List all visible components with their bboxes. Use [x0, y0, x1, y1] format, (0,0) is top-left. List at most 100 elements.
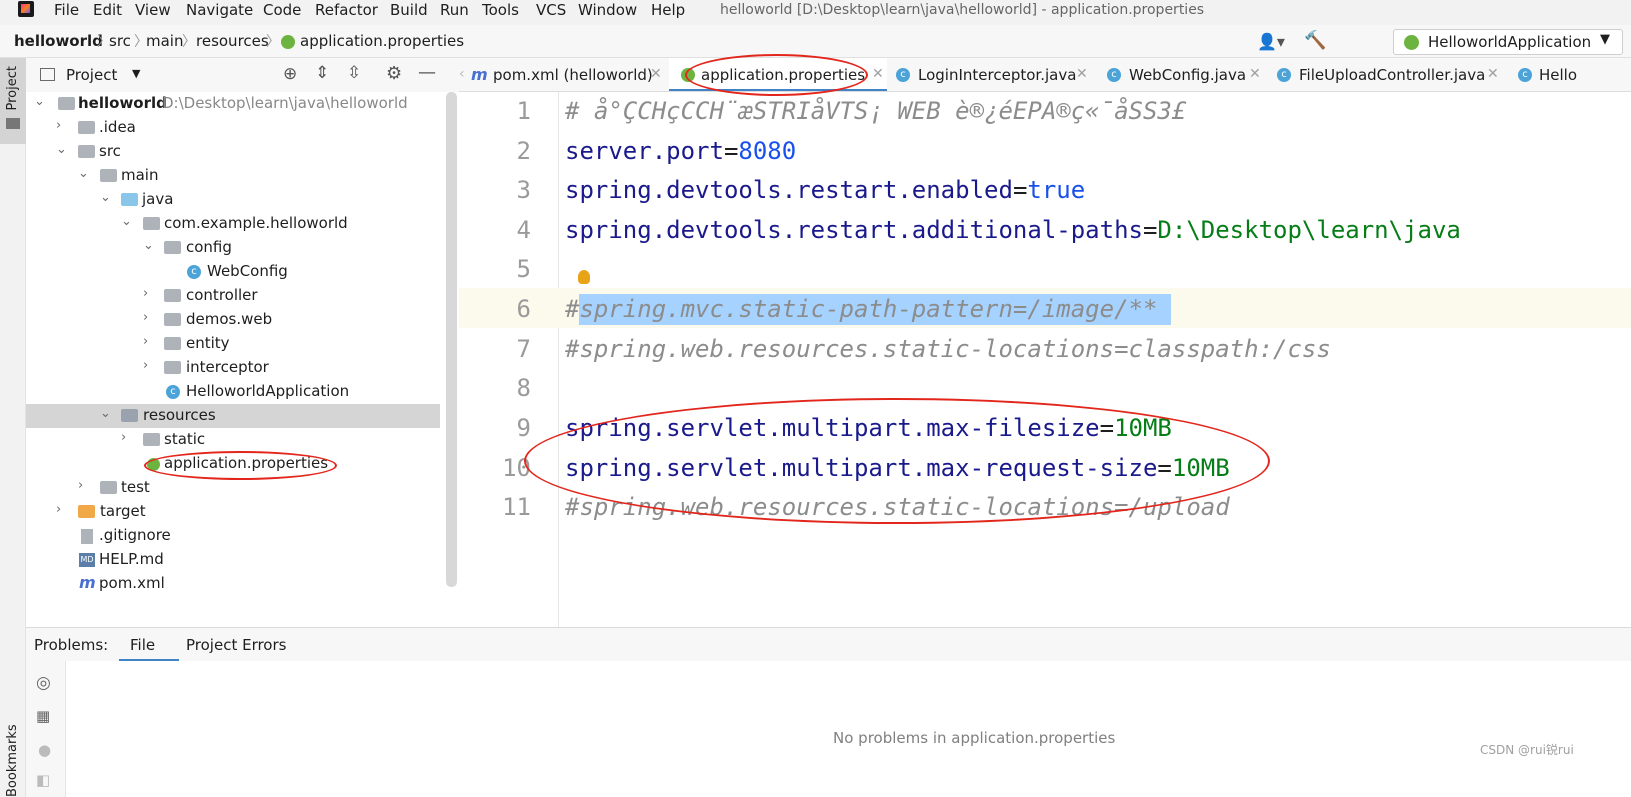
group-by-icon[interactable]: ▦ — [36, 707, 50, 725]
chevron-down-icon[interactable]: ⌄ — [78, 166, 89, 181]
chevron-down-icon[interactable]: ▼ — [132, 67, 140, 80]
tree-item-help-md[interactable]: MD HELP.md — [26, 548, 459, 572]
tree-label: static — [164, 430, 206, 448]
gear-icon[interactable]: ⚙ — [386, 63, 402, 84]
code-line-3: spring.devtools.restart.enabled=true — [565, 176, 1085, 204]
tree-item-java[interactable]: ⌄ java — [26, 188, 459, 212]
menu-window[interactable]: Window — [578, 1, 637, 19]
minimize-icon[interactable]: — — [418, 62, 436, 83]
project-tool-button[interactable]: Project — [0, 58, 26, 144]
lightbulb-icon[interactable]: ● — [38, 741, 51, 759]
tab-pom-xml[interactable]: pom.xml (helloworld) — [493, 66, 653, 84]
chevron-down-icon[interactable]: ⌄ — [121, 214, 132, 229]
tree-item-config[interactable]: ⌄ config — [26, 236, 459, 260]
tree-item-demos-web[interactable]: › demos.web — [26, 308, 459, 332]
menu-run[interactable]: Run — [440, 1, 469, 19]
run-configuration-selector[interactable]: HelloworldApplication ▼ — [1393, 29, 1623, 55]
tree-item-webconfig[interactable]: c WebConfig — [26, 260, 459, 284]
chevron-down-icon[interactable]: ⌄ — [56, 142, 67, 157]
code-editor[interactable]: # å°ÇCHçCCH¨æSTRIåVTS¡ WEB è®¿éEPA®ç«¯åS… — [559, 92, 1631, 627]
tree-item-pom-xml[interactable]: m pom.xml — [26, 572, 459, 596]
maven-icon: m — [79, 573, 96, 592]
menu-help[interactable]: Help — [651, 1, 685, 19]
run-config-label: HelloworldApplication — [1428, 33, 1592, 51]
chevron-down-icon[interactable]: ⌄ — [100, 190, 111, 205]
menu-code[interactable]: Code — [263, 1, 301, 19]
preview-icon[interactable]: ◧ — [36, 771, 50, 789]
tab-scroll-left-icon[interactable]: ‹ — [459, 66, 465, 82]
project-view-icon — [40, 68, 55, 81]
build-hammer-icon[interactable]: 🔨 — [1304, 30, 1326, 51]
tree-item-gitignore[interactable]: .gitignore — [26, 524, 459, 548]
tree-item-entity[interactable]: › entity — [26, 332, 459, 356]
user-icon[interactable]: 👤▾ — [1257, 32, 1285, 51]
refresh-icon[interactable]: ◎ — [36, 673, 51, 693]
chevron-right-icon[interactable]: › — [56, 118, 61, 133]
intellij-logo-icon[interactable] — [18, 1, 34, 17]
tab-hello[interactable]: Hello — [1539, 66, 1577, 84]
tree-item-target[interactable]: › target — [26, 500, 459, 524]
tree-label: src — [99, 142, 121, 160]
editor-tabs: ‹ m pom.xml (helloworld) ✕ application.p… — [459, 58, 1631, 92]
lightbulb-icon[interactable] — [578, 270, 590, 284]
tab-file[interactable]: File — [119, 628, 179, 662]
tab-file-upload-controller[interactable]: FileUploadController.java — [1299, 66, 1485, 84]
breadcrumb-src[interactable]: src — [109, 32, 131, 50]
tree-item-src[interactable]: ⌄ src — [26, 140, 459, 164]
spring-class-icon: c — [1518, 68, 1532, 82]
tree-item-package[interactable]: ⌄ com.example.helloworld — [26, 212, 459, 236]
locate-target-icon[interactable]: ⊕ — [283, 64, 297, 84]
menu-build[interactable]: Build — [390, 1, 428, 19]
tab-web-config[interactable]: WebConfig.java — [1129, 66, 1246, 84]
tree-item-main[interactable]: ⌄ main — [26, 164, 459, 188]
chevron-right-icon[interactable]: › — [143, 358, 148, 373]
close-icon[interactable]: ✕ — [1487, 66, 1499, 82]
code-line-7: #spring.web.resources.static-locations=c… — [565, 335, 1331, 363]
close-icon[interactable]: ✕ — [872, 66, 884, 82]
breadcrumb-project[interactable]: helloworld — [14, 32, 103, 50]
expand-all-icon[interactable]: ⇕ — [315, 63, 329, 83]
chevron-down-icon[interactable]: ⌄ — [143, 238, 154, 253]
module-folder-icon — [58, 97, 75, 110]
menu-edit[interactable]: Edit — [93, 1, 122, 19]
menu-bar: File Edit View Navigate Code Refactor Bu… — [0, 0, 1631, 25]
tree-item-interceptor[interactable]: › interceptor — [26, 356, 459, 380]
breadcrumb-resources[interactable]: resources — [196, 32, 269, 50]
menu-tools[interactable]: Tools — [482, 1, 519, 19]
tree-item-controller[interactable]: › controller — [26, 284, 459, 308]
close-icon[interactable]: ✕ — [650, 66, 662, 82]
tree-scrollbar[interactable] — [446, 92, 457, 587]
menu-refactor[interactable]: Refactor — [315, 1, 378, 19]
chevron-right-icon[interactable]: › — [121, 430, 126, 445]
chevron-down-icon[interactable]: ⌄ — [100, 406, 111, 421]
line-number: 7 — [516, 335, 531, 363]
chevron-down-icon[interactable]: ⌄ — [34, 94, 45, 109]
chevron-right-icon[interactable]: › — [78, 478, 83, 493]
menu-navigate[interactable]: Navigate — [186, 1, 253, 19]
project-panel-title[interactable]: Project — [66, 66, 117, 84]
chevron-right-icon[interactable]: › — [143, 310, 148, 325]
package-icon — [164, 289, 181, 302]
breadcrumb-main[interactable]: main — [146, 32, 183, 50]
tree-item-resources[interactable]: ⌄ resources — [26, 404, 440, 428]
bookmarks-tool-label[interactable]: Bookmarks — [5, 718, 20, 797]
tree-item-idea[interactable]: › .idea — [26, 116, 459, 140]
menu-vcs[interactable]: VCS — [536, 1, 566, 19]
property-value: 8080 — [738, 137, 797, 165]
tree-item-static[interactable]: › static — [26, 428, 459, 452]
caret-row-highlight — [459, 288, 559, 328]
tab-project-errors[interactable]: Project Errors — [186, 636, 286, 654]
chevron-right-icon[interactable]: › — [56, 502, 61, 517]
tree-item-helloworld[interactable]: ⌄ helloworld D:\Desktop\learn\java\hello… — [26, 92, 459, 116]
close-icon[interactable]: ✕ — [1249, 66, 1261, 82]
tree-item-helloworld-application[interactable]: c HelloworldApplication — [26, 380, 459, 404]
menu-view[interactable]: View — [135, 1, 171, 19]
chevron-right-icon[interactable]: › — [143, 286, 148, 301]
breadcrumb-file[interactable]: application.properties — [300, 32, 464, 50]
menu-file[interactable]: File — [54, 1, 79, 19]
collapse-all-icon[interactable]: ⇳ — [347, 63, 361, 83]
property-key: spring.devtools.restart.enabled — [565, 176, 1013, 204]
tab-login-interceptor[interactable]: LoginInterceptor.java — [918, 66, 1076, 84]
close-icon[interactable]: ✕ — [1076, 66, 1088, 82]
chevron-right-icon[interactable]: › — [143, 334, 148, 349]
